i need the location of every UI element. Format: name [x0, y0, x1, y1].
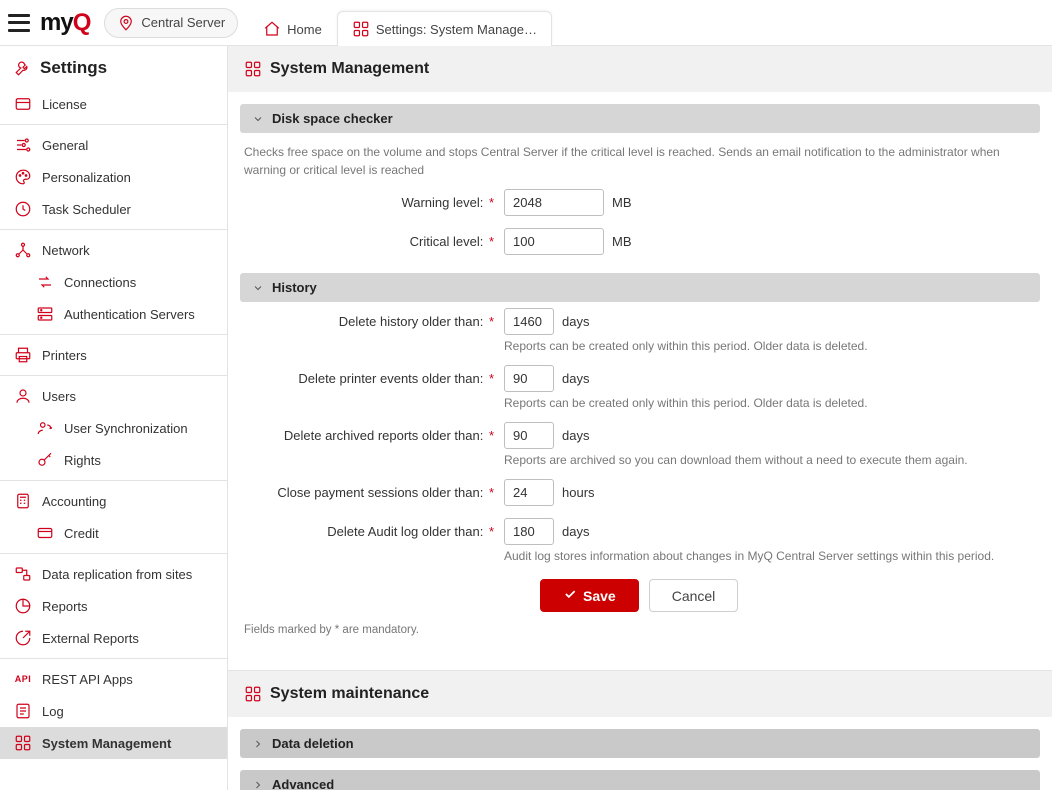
key-icon — [36, 451, 54, 469]
unit-label: MB — [612, 195, 632, 210]
disk-description: Checks free space on the volume and stop… — [240, 133, 1040, 183]
sidebar-item-data-replication[interactable]: Data replication from sites — [0, 558, 227, 590]
warning-level-label: Warning level: * — [244, 189, 494, 210]
top-bar: myQ Central Server Home Settings: System… — [0, 0, 1052, 46]
chevron-down-icon — [252, 113, 264, 125]
delete-printer-events-label: Delete printer events older than: * — [244, 365, 494, 386]
clock-icon — [14, 200, 32, 218]
main: System Management Disk space checker Che… — [228, 46, 1052, 790]
critical-level-input[interactable] — [504, 228, 604, 255]
delete-archived-reports-label: Delete archived reports older than: * — [244, 422, 494, 443]
delete-history-label: Delete history older than: * — [244, 308, 494, 329]
tab-settings-system-management[interactable]: Settings: System Manage… — [337, 11, 552, 46]
tab-home[interactable]: Home — [248, 11, 337, 46]
palette-icon — [14, 168, 32, 186]
apps-icon — [14, 734, 32, 752]
apps-icon — [352, 20, 370, 38]
sidebar-item-task-scheduler[interactable]: Task Scheduler — [0, 193, 227, 225]
sidebar-item-users[interactable]: Users — [0, 380, 227, 412]
log-icon — [14, 702, 32, 720]
sidebar-item-license[interactable]: License — [0, 88, 227, 120]
credit-icon — [36, 524, 54, 542]
chevron-right-icon — [252, 738, 264, 750]
sidebar-item-personalization[interactable]: Personalization — [0, 161, 227, 193]
sidebar-item-connections[interactable]: Connections — [0, 266, 227, 298]
section-data-deletion[interactable]: Data deletion — [240, 729, 1040, 758]
server-chip[interactable]: Central Server — [104, 8, 238, 38]
tabs: Home Settings: System Manage… — [248, 0, 552, 45]
warning-level-input[interactable] — [504, 189, 604, 216]
section-advanced[interactable]: Advanced — [240, 770, 1040, 790]
replication-icon — [14, 565, 32, 583]
section-history[interactable]: History — [240, 273, 1040, 302]
sidebar-item-network[interactable]: Network — [0, 234, 227, 266]
sidebar-item-credit[interactable]: Credit — [0, 517, 227, 549]
printer-icon — [14, 346, 32, 364]
pie-icon — [14, 597, 32, 615]
api-icon: API — [14, 670, 32, 688]
sliders-icon — [14, 136, 32, 154]
home-icon — [263, 20, 281, 38]
page-title: System Management — [228, 46, 1052, 92]
external-icon — [14, 629, 32, 647]
user-icon — [14, 387, 32, 405]
sidebar-item-reports[interactable]: Reports — [0, 590, 227, 622]
sidebar-item-system-management[interactable]: System Management — [0, 727, 227, 759]
delete-audit-log-label: Delete Audit log older than: * — [244, 518, 494, 539]
delete-audit-log-input[interactable] — [504, 518, 554, 545]
location-icon — [117, 14, 135, 32]
apps-icon — [244, 685, 262, 703]
sync-icon — [36, 419, 54, 437]
hint: Reports can be created only within this … — [504, 396, 868, 410]
chevron-down-icon — [252, 282, 264, 294]
sidebar-item-user-sync[interactable]: User Synchronization — [0, 412, 227, 444]
sidebar-item-printers[interactable]: Printers — [0, 339, 227, 371]
unit-label: MB — [612, 234, 632, 249]
server-chip-label: Central Server — [141, 15, 225, 30]
swap-icon — [36, 273, 54, 291]
hint: Reports can be created only within this … — [504, 339, 868, 353]
sidebar-item-auth-servers[interactable]: Authentication Servers — [0, 298, 227, 330]
network-icon — [14, 241, 32, 259]
server-icon — [36, 305, 54, 323]
menu-icon[interactable] — [8, 14, 30, 32]
delete-history-input[interactable] — [504, 308, 554, 335]
sidebar-item-log[interactable]: Log — [0, 695, 227, 727]
section-disk-space[interactable]: Disk space checker — [240, 104, 1040, 133]
delete-printer-events-input[interactable] — [504, 365, 554, 392]
hint: Audit log stores information about chang… — [504, 549, 994, 563]
sidebar-item-external-reports[interactable]: External Reports — [0, 622, 227, 654]
chevron-right-icon — [252, 779, 264, 790]
cancel-button[interactable]: Cancel — [649, 579, 739, 612]
close-payment-label: Close payment sessions older than: * — [244, 479, 494, 500]
sidebar-title: Settings — [0, 46, 227, 88]
hint: Reports are archived so you can download… — [504, 453, 968, 467]
delete-archived-reports-input[interactable] — [504, 422, 554, 449]
sidebar-item-general[interactable]: General — [0, 129, 227, 161]
apps-icon — [244, 60, 262, 78]
tools-icon — [14, 59, 32, 77]
sidebar-item-accounting[interactable]: Accounting — [0, 485, 227, 517]
sidebar-item-rights[interactable]: Rights — [0, 444, 227, 476]
system-maintenance-title: System maintenance — [228, 670, 1052, 717]
sidebar: Settings License General Personalization… — [0, 46, 228, 790]
mandatory-note: Fields marked by * are mandatory. — [240, 618, 1040, 636]
check-icon — [563, 587, 577, 604]
sidebar-item-rest-api[interactable]: API REST API Apps — [0, 663, 227, 695]
tab-label: Home — [287, 22, 322, 37]
save-button[interactable]: Save — [540, 579, 639, 612]
logo: myQ — [40, 9, 90, 37]
calculator-icon — [14, 492, 32, 510]
tab-label: Settings: System Manage… — [376, 22, 537, 37]
card-icon — [14, 95, 32, 113]
critical-level-label: Critical level: * — [244, 228, 494, 249]
close-payment-input[interactable] — [504, 479, 554, 506]
